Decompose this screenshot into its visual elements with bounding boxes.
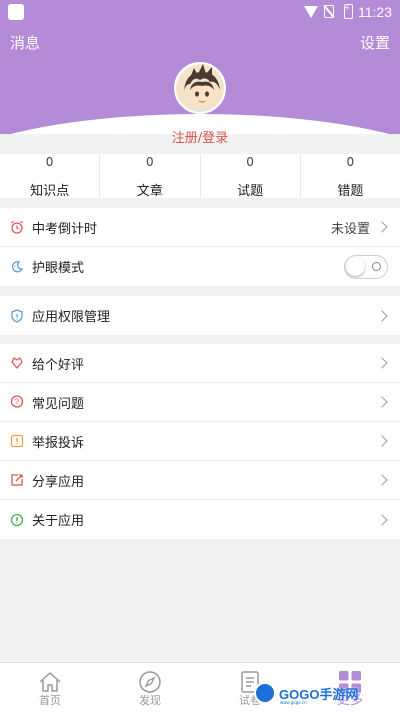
permissions-label: 应用权限管理 <box>32 310 111 325</box>
share-app-label: 分享应用 <box>32 474 85 490</box>
svg-text:?: ? <box>15 398 20 407</box>
countdown-value: 未设置 <box>330 221 370 237</box>
stat-label: 错题 <box>337 184 364 199</box>
messages-button[interactable]: 消息 <box>10 32 40 53</box>
countdown-label: 中考倒计时 <box>32 221 98 237</box>
chevron-right-icon <box>376 221 388 233</box>
alarm-clock-icon <box>10 220 24 234</box>
settings-button[interactable]: 设置 <box>360 32 390 53</box>
stat-knowledge-points[interactable]: 0 知识点 <box>0 154 101 199</box>
report-label: 举报投诉 <box>32 435 85 451</box>
stat-questions[interactable]: 0 试题 <box>201 154 301 199</box>
stat-wrong-questions[interactable]: 0 错题 <box>301 154 400 199</box>
share-app-row[interactable]: 分享应用 <box>0 461 400 500</box>
avatar[interactable] <box>174 62 226 114</box>
toggle-off-indicator <box>372 261 381 271</box>
menu-group: 给个好评 ? 常见问题 举报投诉 分享应用 关于应用 <box>0 344 400 539</box>
register-login-link[interactable]: 注册/登录 <box>0 127 400 146</box>
chevron-right-icon <box>376 396 388 408</box>
chevron-right-icon <box>376 309 388 322</box>
tab-home[interactable]: 首页 <box>0 663 100 712</box>
share-icon <box>10 473 24 487</box>
stat-value: 0 <box>146 155 154 169</box>
info-icon <box>10 513 24 527</box>
chevron-right-icon <box>376 357 388 369</box>
permissions-row[interactable]: 应用权限管理 <box>0 296 400 335</box>
watermark-subtext: www.gogo.cn <box>280 700 307 705</box>
compass-icon <box>100 669 200 695</box>
faq-label: 常见问题 <box>32 396 85 412</box>
heart-icon <box>10 356 24 370</box>
home-icon <box>0 669 100 695</box>
eye-mode-toggle[interactable] <box>344 254 388 279</box>
chevron-right-icon <box>376 474 388 486</box>
toggle-knob <box>346 256 365 276</box>
stat-label: 试题 <box>237 184 264 199</box>
stat-label: 文章 <box>136 184 163 199</box>
no-sim-icon <box>324 5 334 18</box>
tab-discover[interactable]: 发现 <box>100 663 200 712</box>
stat-value: 0 <box>45 155 54 169</box>
faq-row[interactable]: ? 常见问题 <box>0 383 400 422</box>
eye-mode-row: 护眼模式 <box>0 247 400 286</box>
battery-icon <box>344 4 353 19</box>
tab-label: 发现 <box>139 694 161 707</box>
about-app-label: 关于应用 <box>32 514 85 529</box>
question-icon: ? <box>10 395 24 409</box>
about-app-row[interactable]: 关于应用 <box>0 500 400 539</box>
chevron-right-icon <box>376 513 388 526</box>
report-row[interactable]: 举报投诉 <box>0 422 400 461</box>
stat-label: 知识点 <box>30 184 70 199</box>
permissions-group: 应用权限管理 <box>0 296 400 335</box>
stat-value: 0 <box>246 155 254 169</box>
rate-app-label: 给个好评 <box>32 357 85 373</box>
countdown-row[interactable]: 中考倒计时 未设置 <box>0 208 400 247</box>
rate-app-row[interactable]: 给个好评 <box>0 344 400 383</box>
stat-articles[interactable]: 0 文章 <box>100 154 201 199</box>
chevron-right-icon <box>376 435 388 447</box>
status-bar: 11:23 <box>0 0 400 24</box>
stat-value: 0 <box>346 155 355 169</box>
watermark: GOGO手游网 www.gogo.cn <box>254 680 358 706</box>
settings-group: 中考倒计时 未设置 护眼模式 <box>0 208 400 286</box>
tab-label: 首页 <box>39 694 61 707</box>
stats-bar: 0 知识点 0 文章 0 试题 0 错题 <box>0 154 400 199</box>
moon-icon <box>10 260 24 274</box>
eye-mode-label: 护眼模式 <box>32 261 85 276</box>
status-time: 11:23 <box>358 4 392 20</box>
warning-icon <box>10 434 24 448</box>
app-notification-icon <box>8 4 24 20</box>
wifi-icon <box>304 6 318 18</box>
shield-icon <box>10 308 24 323</box>
watermark-logo-icon <box>254 682 276 704</box>
